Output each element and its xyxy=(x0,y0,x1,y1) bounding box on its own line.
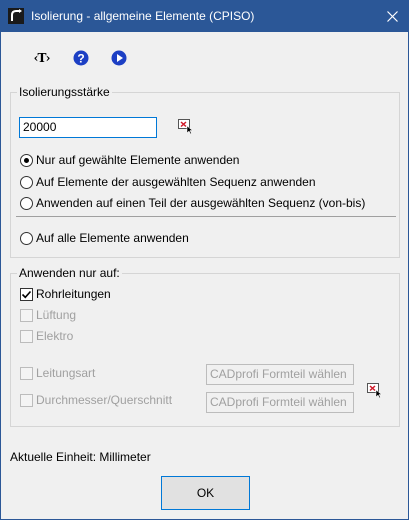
separator xyxy=(16,216,396,217)
thickness-input[interactable]: 20000 xyxy=(19,117,157,138)
radio-label: Anwenden auf einen Teil der ausgewählten… xyxy=(36,196,366,210)
insulation-group-title: Isolierungsstärke xyxy=(17,85,112,99)
radio-label: Auf alle Elemente anwenden xyxy=(36,231,189,245)
help-button[interactable]: ? xyxy=(71,48,91,68)
svg-text:?: ? xyxy=(77,52,84,66)
radio-label: Auf Elemente der ausgewählten Sequenz an… xyxy=(36,175,316,189)
thickness-value: 20000 xyxy=(23,120,57,134)
radio-button[interactable] xyxy=(20,176,33,189)
title-bar[interactable]: Isolierung - allgemeine Elemente (CPISO) xyxy=(1,1,408,32)
dialog-window: Isolierung - allgemeine Elemente (CPISO)… xyxy=(0,0,409,520)
text-tag-button[interactable]: ‹T› xyxy=(31,48,53,68)
apply-only-group-title: Anwenden nur auf: xyxy=(17,266,122,280)
checkbox-label: Rohrleitungen xyxy=(36,287,111,301)
pick-from-drawing-icon xyxy=(367,383,383,399)
checkbox-label: Leitungsart xyxy=(36,366,96,380)
line-type-field[interactable]: CADprofi Formteil wählen xyxy=(206,364,354,385)
checkbox[interactable] xyxy=(20,288,33,301)
radio-label: Nur auf gewählte Elemente anwenden xyxy=(36,153,240,167)
checkbox[interactable] xyxy=(20,309,33,322)
pick-thickness-button[interactable] xyxy=(178,118,194,135)
diameter-field[interactable]: CADprofi Formteil wählen xyxy=(206,392,354,413)
line-type-field-text: CADprofi Formteil wählen xyxy=(210,367,347,381)
radio-button[interactable] xyxy=(20,197,33,210)
checkbox-label: Lüftung xyxy=(36,308,77,322)
checkbox-label: Elektro xyxy=(36,329,74,343)
close-icon xyxy=(387,11,398,22)
text-tag-icon: ‹T› xyxy=(33,51,51,65)
play-icon xyxy=(111,50,127,66)
checkbox[interactable] xyxy=(20,394,33,407)
checkbox[interactable] xyxy=(20,367,33,380)
radio-button[interactable] xyxy=(20,154,33,167)
current-unit-label: Aktuelle Einheit: Millimeter xyxy=(10,450,151,464)
play-button[interactable] xyxy=(109,48,129,68)
checkbox[interactable] xyxy=(20,330,33,343)
diameter-field-text: CADprofi Formteil wählen xyxy=(210,395,347,409)
pick-part-button[interactable] xyxy=(367,382,383,399)
pick-from-drawing-icon xyxy=(178,119,194,135)
ok-button[interactable]: OK xyxy=(161,476,250,510)
radio-button[interactable] xyxy=(20,232,33,245)
checkbox-label: Durchmesser/Querschnitt xyxy=(36,393,173,407)
help-icon: ? xyxy=(73,50,89,66)
close-button[interactable] xyxy=(378,1,408,32)
window-title: Isolierung - allgemeine Elemente (CPISO) xyxy=(31,9,255,23)
ok-button-label: OK xyxy=(196,486,215,500)
checkmark-icon xyxy=(21,290,32,299)
app-icon xyxy=(8,8,24,24)
